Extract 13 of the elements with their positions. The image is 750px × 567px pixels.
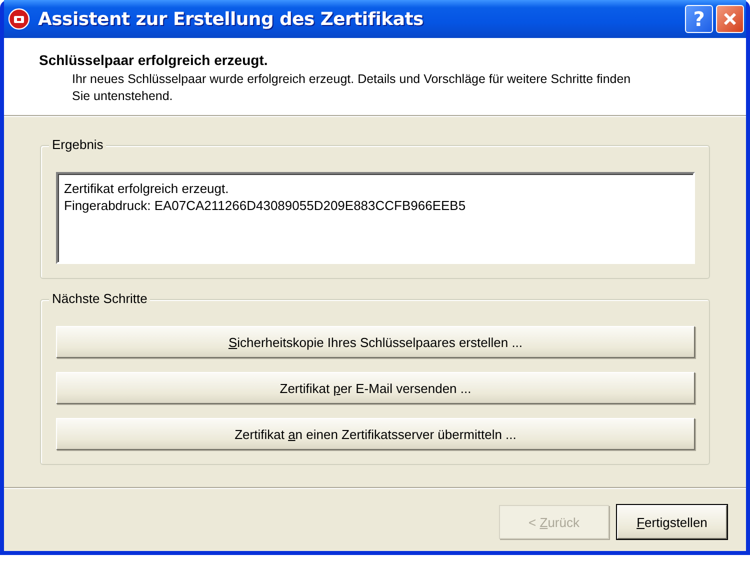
result-box: Zertifikat erfolgreich erzeugt. Fingerabdruck: EA07CA211266D43089055D209E883CCFB966EEB5 bbox=[56, 172, 695, 264]
step-button[interactable]: Zertifikat per E-Mail versenden ... bbox=[56, 372, 695, 404]
app-icon bbox=[8, 8, 30, 30]
close-icon bbox=[722, 11, 738, 27]
finish-button[interactable]: Fertigstellen bbox=[617, 505, 727, 539]
group-label: Ergebnis bbox=[49, 137, 106, 153]
help-button[interactable]: ? bbox=[685, 5, 713, 33]
page-heading: Schlüsselpaar erfolgreich erzeugt. bbox=[39, 52, 269, 68]
close-button[interactable] bbox=[716, 5, 744, 33]
window-title: Assistent zur Erstellung des Zertifikats bbox=[38, 8, 424, 30]
step-button[interactable]: Sicherheitskopie Ihres Schlüsselpaares erstellen ... bbox=[56, 326, 695, 358]
page-description: Ihr neues Schlüsselpaar wurde erfolgreich erzeugt. Details und Vorschläge für weitere Schritte finden Sie untenstehend. bbox=[71, 71, 632, 105]
step-button[interactable]: Zertifikat an einen Zertifikatsserver übermitteln ... bbox=[56, 418, 695, 450]
